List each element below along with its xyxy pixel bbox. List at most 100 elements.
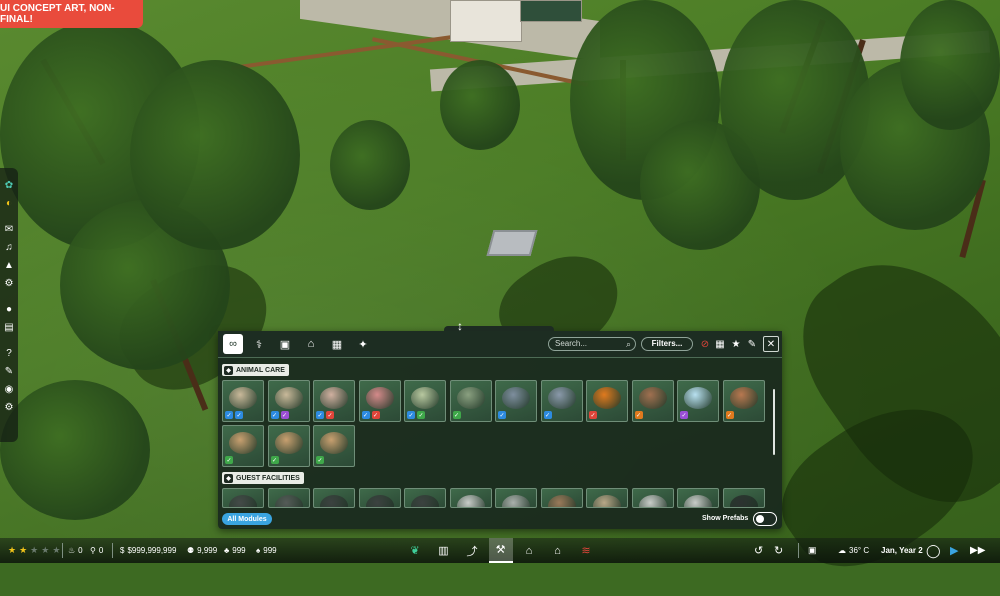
toggle-knob [756,514,764,523]
pin-button[interactable]: ✎ [744,336,760,352]
item-pumpkin[interactable]: ✓ [586,380,628,422]
wrench-icon[interactable]: ✎ [0,362,18,380]
all-modules-button[interactable]: All Modules [222,513,272,525]
grid-view-button[interactable]: ▦ [712,336,728,352]
camera-icon[interactable]: ◉ [0,380,18,398]
tab-animal-care[interactable]: ⚕ [249,334,269,354]
camera-mode-icon[interactable]: ▣ [808,538,817,563]
molecule-icon[interactable]: ✿ [0,176,18,194]
left-sidebar: ✿ ◐ ✉ ♫ ▲ ⚙ ● ▤ ? ✎ ◉ ⚙ [0,168,18,442]
close-button[interactable]: ✕ [763,336,779,352]
requirement-badge-icon: ✓ [498,411,506,419]
item-lamp[interactable] [404,488,446,508]
guest-facilities-icon: ▣ [279,338,291,351]
redo-icon[interactable]: ↻ [774,538,783,563]
tab-infinity[interactable]: ∞ [223,334,243,354]
clipboard-icon[interactable]: ▤ [0,318,18,336]
item-thumbnail [320,432,348,454]
item-thumbnail [274,432,303,454]
item-vending[interactable] [631,488,674,508]
item-ice-block[interactable]: ✓ [677,380,719,422]
item-termite-mound[interactable]: ✓ [722,380,765,422]
divider [62,543,63,558]
item-bin[interactable] [313,488,355,508]
tab-guest-facilities[interactable]: ▣ [275,334,295,354]
item-planter[interactable] [586,488,628,508]
fence-icon: ▥ [438,545,449,557]
item-shop[interactable] [267,488,310,508]
park-rating[interactable]: ★ ★ ★ ★ ★ [8,538,60,563]
pause-icon[interactable]: ◯ [926,538,941,563]
item-log-pile[interactable]: ✓ [631,380,674,422]
favorite-star-button[interactable]: ★ [728,336,744,352]
help-icon[interactable]: ? [0,344,18,362]
item-salt-lick-pole[interactable]: ✓ [449,380,492,422]
stat-d[interactable]: ♠ 999 [256,538,277,563]
tab-terrain[interactable]: ▦ [327,334,347,354]
item-toilet[interactable] [677,488,719,508]
concept-badge: UI CONCEPT ART, NON-FINAL! [0,0,143,28]
item-kiosk[interactable] [222,488,264,508]
requirement-badge-icon: ✓ [407,411,415,419]
search-input[interactable]: Search... ⌕ [548,337,636,351]
mail-icon[interactable]: ✉ [0,220,18,238]
mode-construction-button[interactable]: ⚒ [488,538,513,563]
stat-b[interactable]: ⚲ 0 [90,538,103,563]
magnifier-icon[interactable]: ⌕ [626,338,631,350]
mode-shop-button[interactable]: ⌂ [546,538,570,563]
paw-icon[interactable]: ● [0,300,18,318]
item-feeding-station[interactable]: ✓ ✓ [313,380,355,422]
fast-forward-icon[interactable]: ▶▶ [970,538,985,563]
placed-grate-object[interactable] [486,230,538,256]
item-water-trough[interactable]: ✓ [495,380,537,422]
requirement-badge-icon: ✓ [316,456,324,464]
item-thumbnail [502,495,530,507]
item-enrichment-mat[interactable]: ✓ ✓ [267,380,310,422]
tab-habitat[interactable]: ⌂ [301,334,321,354]
item-water-fountain[interactable] [358,488,401,508]
item-sand-patch-2[interactable]: ✓ [267,425,310,467]
warning-icon[interactable]: ▲ [0,256,18,274]
infinity-icon: ∞ [229,338,237,350]
item-feeder-tray[interactable]: ✓ ✓ [222,380,264,422]
requirement-badge-icon: ✓ [634,411,643,419]
requirement-badge-icon: ✓ [235,411,243,419]
guests[interactable]: ⚉ 9,999 [187,538,217,563]
scrollbar[interactable] [773,389,775,455]
gear-icon[interactable]: ⚙ [0,398,18,416]
mode-fence-button[interactable]: ▥ [432,538,456,563]
item-bench[interactable] [722,488,765,508]
mode-habitat-tree-button[interactable]: ❦ [403,538,427,563]
mode-terrain-tool-button[interactable]: ≋ [574,538,598,563]
mode-path-button[interactable]: ⤴ [460,538,484,563]
settings-gear-icon[interactable]: ⚙ [0,274,18,292]
item-enrichment-pad-red[interactable]: ✓ ✓ [358,380,401,422]
tab-paths[interactable]: ✦ [353,334,373,354]
item-thumbnail [593,387,621,409]
money[interactable]: $ $999,999,999 [120,538,176,563]
rating-star-icon: ★ [30,545,39,555]
item-sign[interactable] [449,488,492,508]
power-icon[interactable]: ◐ [0,194,18,212]
item-feeder-green[interactable]: ✓ ✓ [404,380,446,422]
terrain-tool-icon: ≋ [581,545,591,557]
item-thumbnail [320,495,348,507]
item-info-board[interactable] [495,488,537,508]
mode-facilities-button[interactable]: ⌂ [517,538,541,563]
undo-icon[interactable]: ↺ [754,538,763,563]
weather[interactable]: ☁ 36° C [838,538,869,563]
item-thumbnail [638,387,667,409]
clear-filter-button[interactable]: ⊘ [697,336,713,352]
item-fish-feeder[interactable]: ✓ [540,380,583,422]
item-sand-patch-1[interactable]: ✓ [222,425,264,467]
bell-icon[interactable]: ♫ [0,238,18,256]
show-prefabs-toggle[interactable] [753,512,777,526]
filters-button[interactable]: Filters... [641,337,693,351]
stat-c[interactable]: ♣ 999 [224,538,246,563]
grid-view-icon: ▦ [715,338,725,350]
item-rocks[interactable] [540,488,583,508]
play-icon[interactable]: ▶ [950,538,958,563]
clear-filter-icon: ⊘ [700,338,710,350]
item-sand-patch-3[interactable]: ✓ [313,425,355,467]
stat-a[interactable]: ♨ 0 [68,538,83,563]
